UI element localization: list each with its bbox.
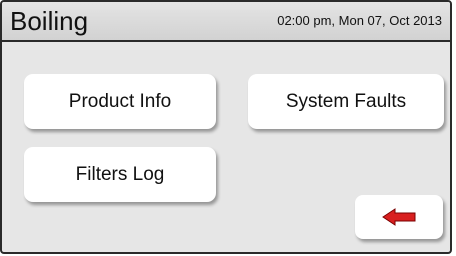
- filters-log-button[interactable]: Filters Log: [24, 147, 216, 202]
- datetime-display: 02:00 pm, Mon 07, Oct 2013: [277, 13, 442, 28]
- header-bar: Boiling 02:00 pm, Mon 07, Oct 2013: [2, 2, 450, 42]
- control-screen: Boiling 02:00 pm, Mon 07, Oct 2013 Produ…: [0, 0, 452, 254]
- page-title: Boiling: [10, 6, 89, 36]
- back-button[interactable]: [355, 195, 443, 239]
- back-arrow-icon: [382, 208, 416, 226]
- product-info-button[interactable]: Product Info: [24, 74, 216, 129]
- product-info-label: Product Info: [68, 90, 172, 112]
- system-faults-button[interactable]: System Faults: [248, 74, 444, 129]
- system-faults-label: System Faults: [285, 90, 407, 112]
- filters-log-label: Filters Log: [75, 163, 165, 185]
